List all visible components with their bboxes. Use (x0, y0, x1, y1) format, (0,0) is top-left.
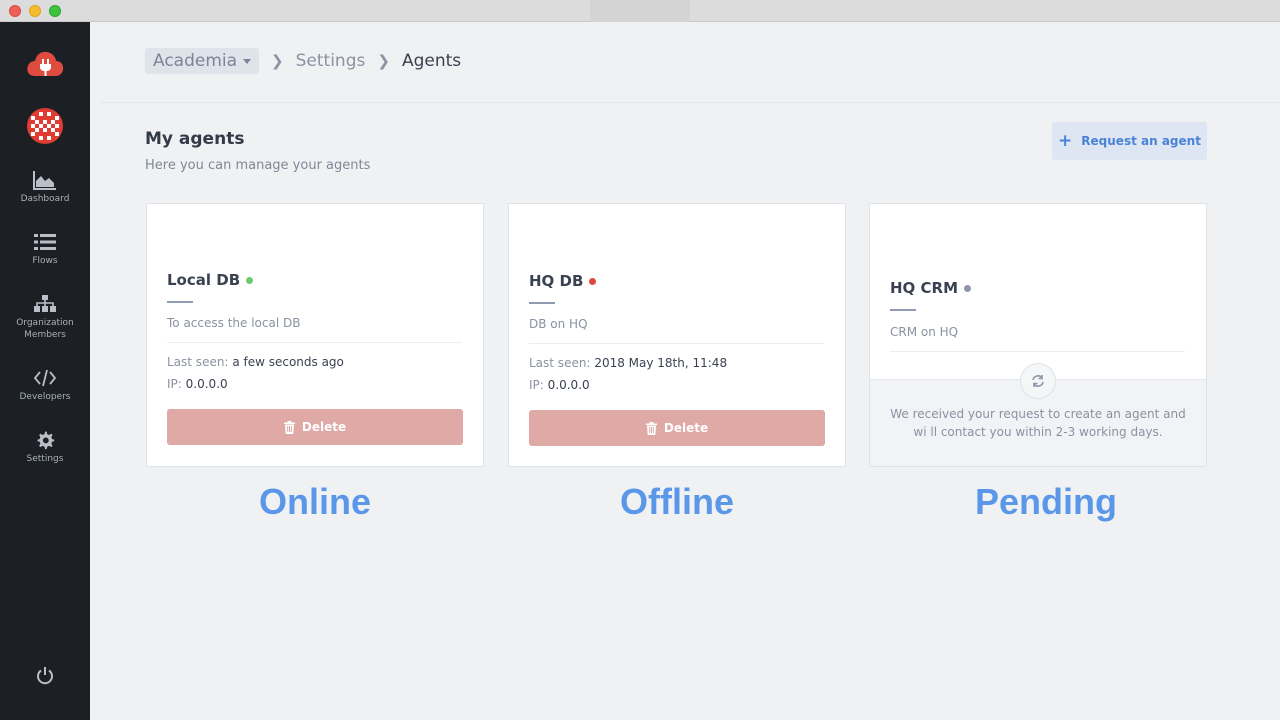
header-divider (100, 102, 1280, 103)
pending-message: We received your request to create an ag… (890, 407, 1186, 439)
ip-label: IP: (167, 377, 182, 391)
trash-icon (283, 420, 295, 434)
agent-name: Local DB (167, 271, 241, 289)
agent-name: HQ DB (529, 272, 584, 290)
trash-icon (645, 421, 657, 435)
logout-button[interactable] (35, 666, 55, 686)
agent-description: CRM on HQ (890, 325, 959, 339)
delete-agent-button[interactable]: Delete (529, 410, 825, 446)
gear-icon (37, 431, 55, 450)
sidebar-item-label: Dashboard (20, 194, 70, 204)
ip-address: IP: 0.0.0.0 (167, 377, 228, 391)
title-underline (529, 302, 555, 304)
agent-title: Local DB (167, 271, 254, 289)
request-agent-label: Request an agent (1081, 134, 1201, 148)
ip-value: 0.0.0.0 (547, 378, 590, 392)
card-divider (890, 351, 1185, 352)
zoom-window-button[interactable] (49, 5, 61, 17)
minimize-window-button[interactable] (29, 5, 41, 17)
breadcrumb: Academia ❯ Settings ❯ Agents (145, 46, 461, 76)
card-divider (167, 342, 462, 343)
app-logo[interactable] (25, 48, 65, 80)
agent-description: To access the local DB (167, 316, 301, 330)
title-underline (167, 301, 193, 303)
code-icon (33, 369, 57, 387)
sidebar-item-organization-members[interactable]: Organization Members (0, 294, 90, 341)
agent-title: HQ DB (529, 272, 597, 290)
title-underline (890, 309, 916, 311)
status-dot-offline (589, 277, 597, 285)
card-divider (529, 343, 824, 344)
close-window-button[interactable] (9, 5, 21, 17)
sitemap-icon (34, 295, 56, 312)
sidebar-item-label: Flows (32, 256, 58, 266)
last-seen: Last seen: 2018 May 18th, 11:48 (529, 356, 727, 370)
avatar[interactable] (27, 108, 63, 144)
sidebar-item-label: Organization Members (16, 318, 74, 340)
breadcrumb-current: Agents (401, 51, 462, 71)
request-agent-button[interactable]: + Request an agent (1052, 122, 1207, 160)
ip-value: 0.0.0.0 (185, 377, 228, 391)
breadcrumb-settings-link[interactable]: Settings (296, 51, 366, 71)
sidebar-item-developers[interactable]: Developers (0, 368, 90, 403)
delete-label: Delete (663, 421, 709, 435)
last-seen: Last seen: a few seconds ago (167, 355, 344, 369)
chevron-right-icon: ❯ (377, 52, 390, 70)
last-seen-value: a few seconds ago (232, 355, 344, 369)
window-titlebar (0, 0, 1280, 22)
caption-online: Online (258, 481, 371, 522)
sidebar-item-flows[interactable]: Flows (0, 232, 90, 267)
plus-icon: + (1058, 131, 1073, 151)
chevron-right-icon: ❯ (271, 52, 284, 70)
status-dot-online (246, 276, 254, 284)
agent-card-hq-crm: HQ CRM CRM on HQ We received your reques… (869, 203, 1207, 467)
refresh-button[interactable] (1020, 363, 1056, 399)
caption-offline: Offline (620, 481, 734, 522)
ip-label: IP: (529, 378, 544, 392)
sidebar-item-label: Settings (26, 454, 64, 464)
caption-pending: Pending (975, 481, 1117, 522)
last-seen-label: Last seen: (529, 356, 591, 370)
pending-footer: We received your request to create an ag… (870, 363, 1206, 466)
delete-label: Delete (301, 420, 347, 434)
titlebar-tab (590, 0, 690, 22)
agent-card-local-db: Local DB To access the local DB Last see… (146, 203, 484, 467)
list-icon (34, 234, 56, 250)
status-dot-pending (964, 284, 972, 292)
sidebar-item-label: Developers (19, 392, 71, 402)
sidebar: Dashboard Flows Organization Members Dev… (0, 22, 90, 720)
caret-down-icon (243, 58, 252, 64)
power-icon (37, 667, 53, 685)
area-chart-icon (33, 171, 56, 190)
agent-name: HQ CRM (890, 279, 959, 297)
agent-title: HQ CRM (890, 279, 972, 297)
agent-card-hq-db: HQ DB DB on HQ Last seen: 2018 May 18th,… (508, 203, 846, 467)
last-seen-value: 2018 May 18th, 11:48 (594, 356, 728, 370)
agent-description: DB on HQ (529, 317, 588, 331)
page-subtitle: Here you can manage your agents (145, 158, 371, 173)
user-avatar-icon (27, 108, 63, 144)
delete-agent-button[interactable]: Delete (167, 409, 463, 445)
cloud-plug-icon (27, 51, 64, 76)
page-title: My agents (145, 129, 245, 149)
sidebar-item-dashboard[interactable]: Dashboard (0, 170, 90, 205)
sidebar-item-settings[interactable]: Settings (0, 430, 90, 465)
organization-dropdown[interactable]: Academia (145, 48, 260, 74)
main-content: Academia ❯ Settings ❯ Agents My agents H… (90, 22, 1280, 720)
refresh-icon (1032, 375, 1044, 387)
ip-address: IP: 0.0.0.0 (529, 378, 590, 392)
organization-name: Academia (153, 51, 238, 71)
last-seen-label: Last seen: (167, 355, 229, 369)
